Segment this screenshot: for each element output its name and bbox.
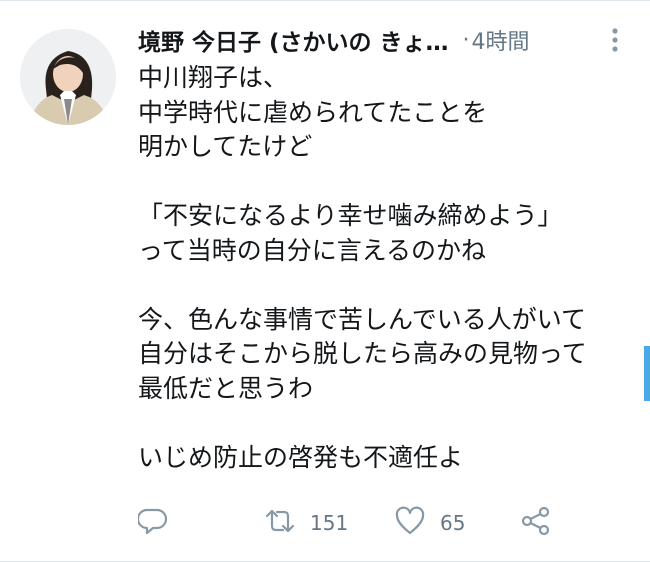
tweet-header: 境野 今日子 (さかいの きょ… · 4時間 bbox=[138, 21, 633, 59]
profile-photo-icon bbox=[20, 29, 116, 125]
retweet-button[interactable]: 151 bbox=[264, 503, 348, 543]
like-count: 65 bbox=[440, 511, 466, 535]
display-name[interactable]: 境野 今日子 (さかいの きょ… bbox=[138, 23, 449, 57]
tweet-card[interactable]: 境野 今日子 (さかいの きょ… · 4時間 中川翔子は、 中学時代に虐められて… bbox=[0, 0, 650, 562]
tweet-text-line: 中学時代に虐められてたことを bbox=[138, 97, 488, 127]
header-separator: · bbox=[462, 27, 470, 53]
reply-button[interactable] bbox=[136, 503, 182, 543]
like-button[interactable]: 65 bbox=[394, 503, 465, 543]
tweet-text-line: いじめ防止の啓発も不適任よ bbox=[138, 442, 464, 472]
share-icon bbox=[520, 506, 552, 541]
reply-icon bbox=[136, 506, 168, 541]
scrollbar-thumb[interactable] bbox=[644, 346, 650, 401]
tweet-text: 中川翔子は、 中学時代に虐められてたことを 明かしてたけど 「不安になるより幸せ… bbox=[138, 61, 633, 475]
retweet-count: 151 bbox=[310, 511, 349, 535]
tweet-text-line: 中川翔子は、 bbox=[138, 63, 289, 92]
tweet-text-line bbox=[138, 268, 633, 303]
tweet-text-line: 「不安になるより幸せ噛み締めよう」 bbox=[138, 201, 563, 230]
avatar[interactable] bbox=[20, 29, 116, 125]
retweet-icon bbox=[264, 506, 296, 541]
tweet-text-line: 最低だと思うわ bbox=[138, 373, 314, 403]
timestamp[interactable]: 4時間 bbox=[472, 24, 530, 56]
tweet-text-line: 自分はそこから脱したら高みの見物って bbox=[138, 339, 587, 368]
heart-icon bbox=[394, 506, 426, 541]
share-button[interactable] bbox=[520, 503, 552, 543]
tweet-text-line bbox=[138, 165, 633, 200]
tweet-text-line: 今、色んな事情で苦しんでいる人がいて bbox=[138, 304, 587, 334]
tweet-text-line: って当時の自分に言えるのかね bbox=[138, 235, 487, 265]
tweet-text-line bbox=[138, 406, 633, 441]
tweet-text-line: 明かしてたけど bbox=[138, 132, 313, 161]
tweet-actions: 151 65 bbox=[136, 503, 638, 543]
more-vertical-icon[interactable] bbox=[605, 25, 625, 55]
